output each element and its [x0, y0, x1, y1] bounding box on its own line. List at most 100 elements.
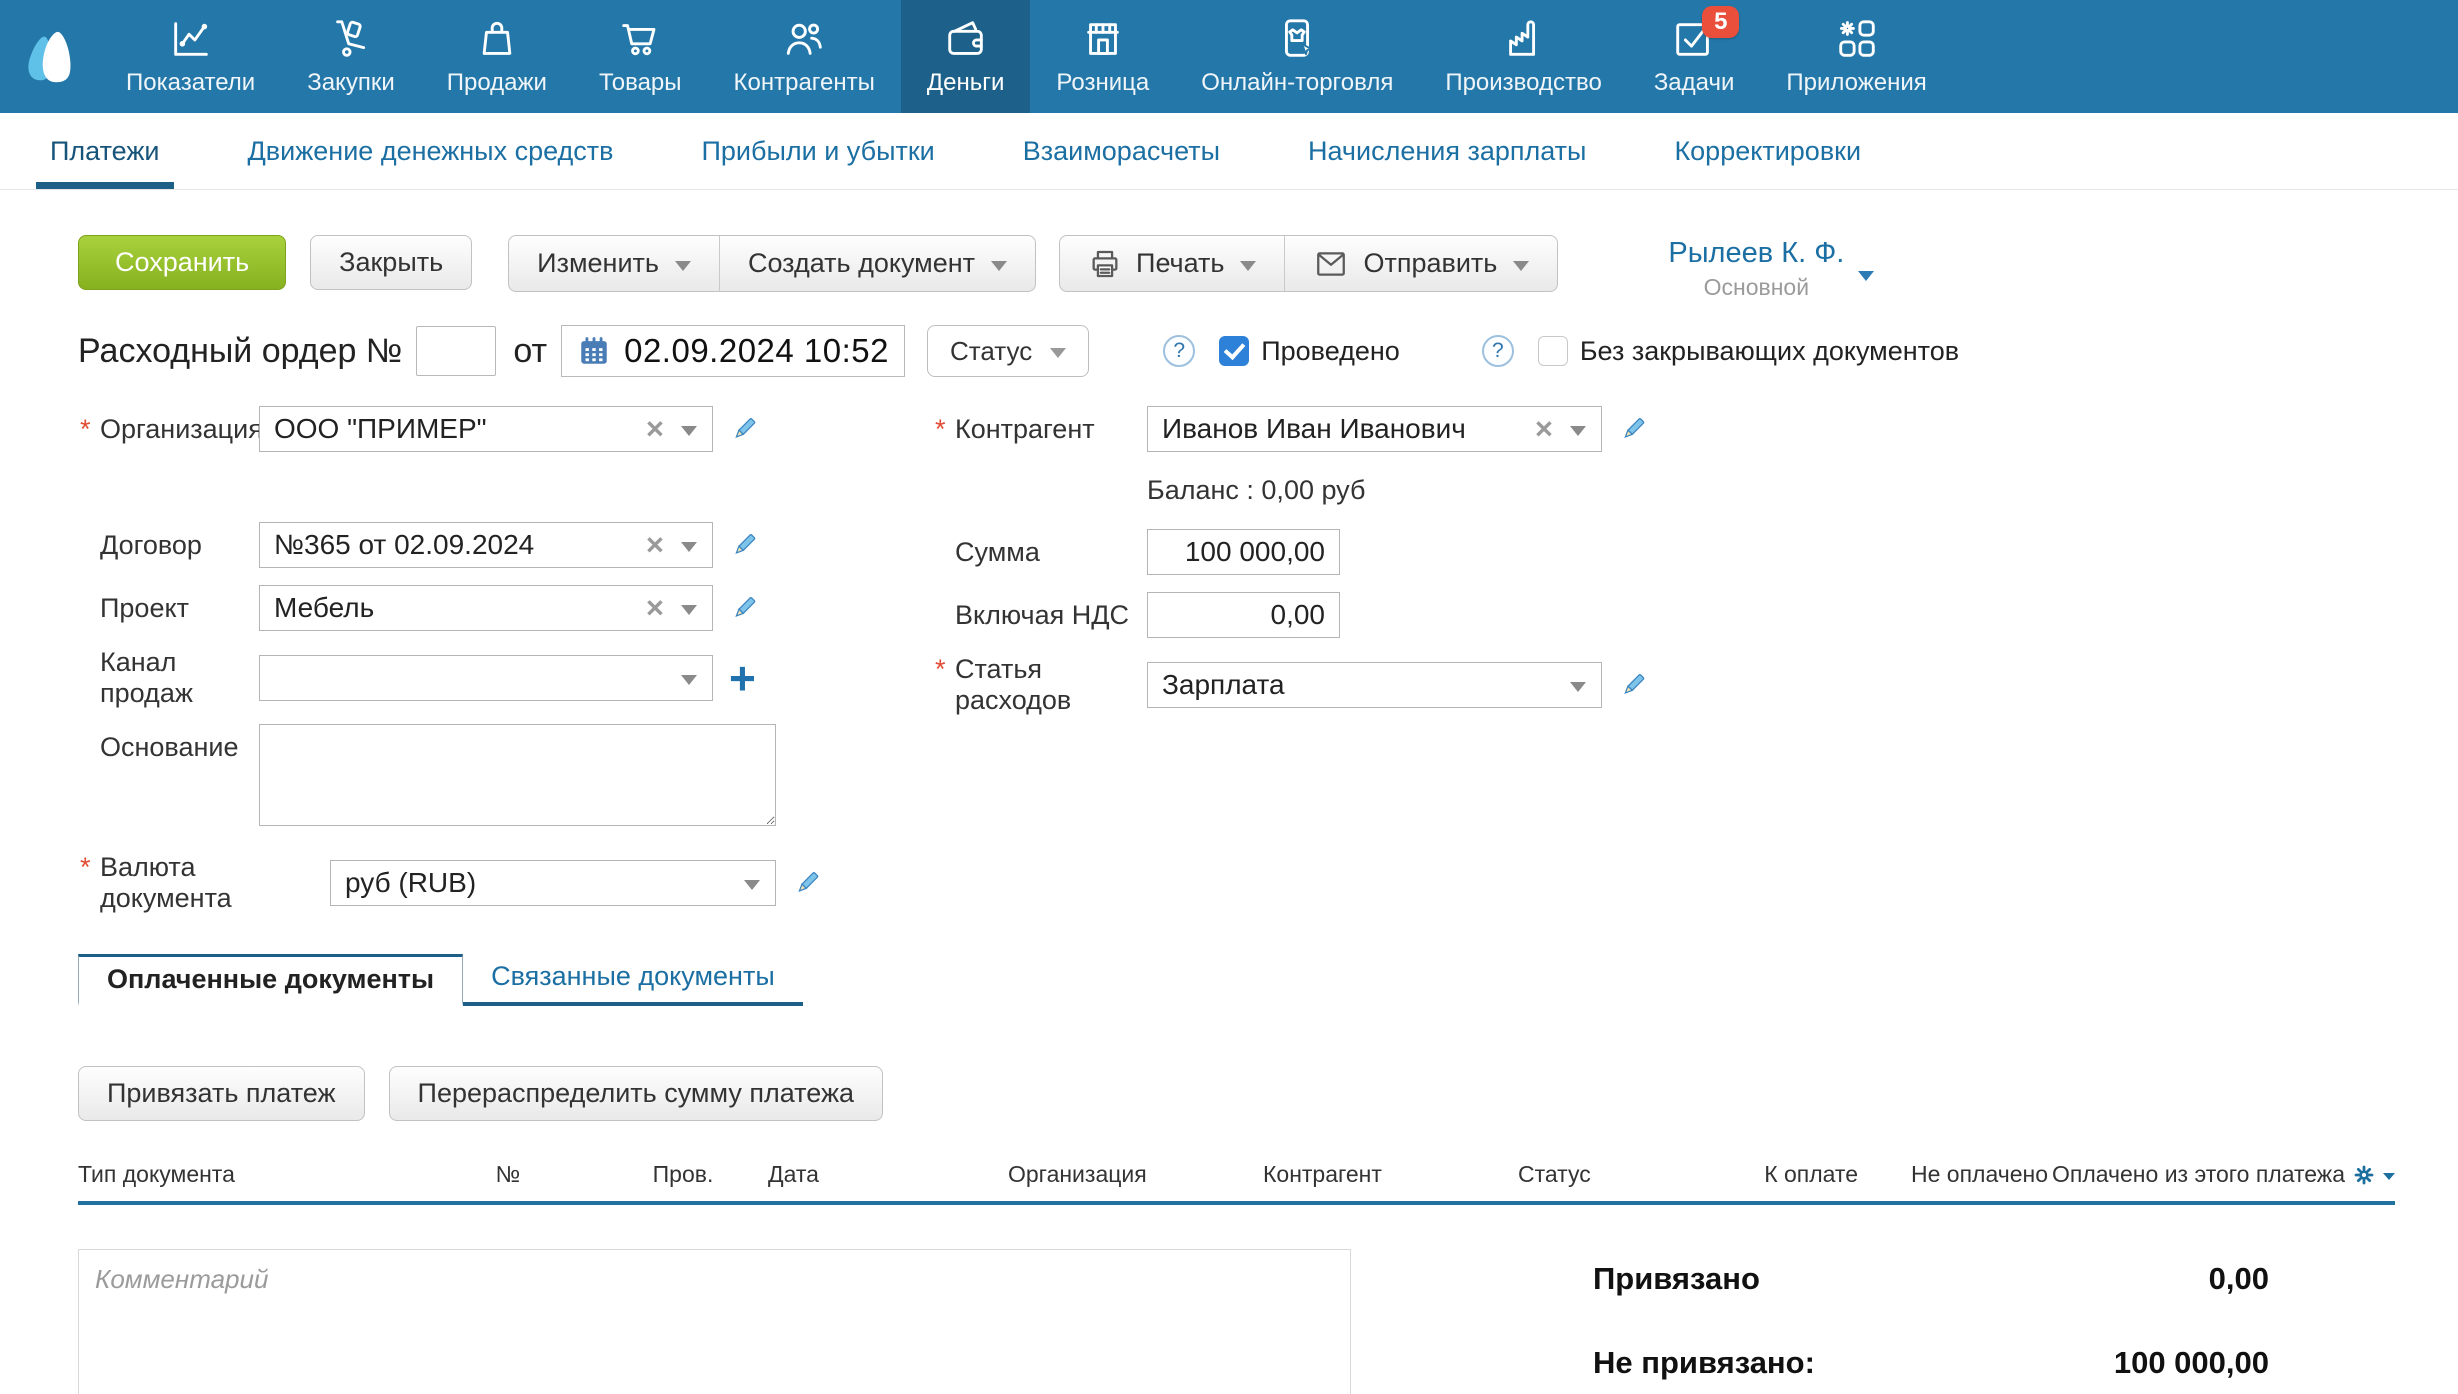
counterparty-select[interactable]: Иванов Иван Иванович ×	[1147, 406, 1602, 452]
document-number-input[interactable]	[416, 326, 496, 376]
edit-pencil-icon[interactable]	[729, 414, 759, 444]
subnav-item-cash-flow[interactable]: Движение денежных средств	[246, 113, 616, 189]
subnav-item-profit-loss[interactable]: Прибыли и убытки	[700, 113, 937, 189]
subnav-item-payments[interactable]: Платежи	[48, 113, 162, 189]
table-settings-gear-icon[interactable]	[2351, 1162, 2377, 1188]
organization-label: *Организация	[78, 414, 259, 445]
payment-summary: Привязано 0,00 Не привязано: 100 000,00	[1593, 1249, 2269, 1381]
help-icon[interactable]: ?	[1163, 335, 1195, 367]
save-button[interactable]: Сохранить	[78, 235, 286, 290]
printer-icon	[1088, 247, 1122, 281]
create-document-menu-button[interactable]: Создать документ	[719, 236, 1035, 291]
topnav-item-tasks[interactable]: 5 Задачи	[1628, 0, 1761, 113]
posted-label: Проведено	[1261, 336, 1400, 367]
edit-menu-button[interactable]: Изменить	[509, 236, 719, 291]
edit-pencil-icon[interactable]	[792, 868, 822, 898]
topnav-item-purchases[interactable]: Закупки	[281, 0, 421, 113]
envelope-icon	[1313, 247, 1349, 281]
vat-input[interactable]	[1147, 592, 1340, 638]
document-datetime-field[interactable]: 02.09.2024 10:52	[561, 325, 905, 377]
expense-item-label: *Статья расходов	[933, 654, 1147, 716]
sales-channel-select[interactable]	[259, 655, 713, 701]
print-send-group: Печать Отправить	[1059, 235, 1558, 292]
link-payment-button[interactable]: Привязать платеж	[78, 1066, 365, 1121]
basis-label: Основание	[78, 732, 259, 763]
documents-tabs: Оплаченные документы Связанные документы	[78, 950, 803, 1006]
counterparty-label: *Контрагент	[933, 414, 1147, 445]
document-toolbar: Сохранить Закрыть Изменить Создать докум…	[78, 235, 2395, 301]
chart-line-icon	[168, 16, 214, 62]
topnav-item-goods[interactable]: Товары	[573, 0, 708, 113]
chevron-down-icon[interactable]	[681, 675, 697, 685]
storefront-icon	[1080, 16, 1126, 62]
expense-item-select[interactable]: Зарплата	[1147, 662, 1602, 708]
topnav-item-sales[interactable]: Продажи	[421, 0, 573, 113]
column-unpaid: Не оплачено	[1858, 1161, 2048, 1188]
user-account-menu[interactable]: Рылеев К. Ф. Основной	[1668, 235, 1874, 301]
topnav-item-retail[interactable]: Розница	[1030, 0, 1175, 113]
subnav-item-corrections[interactable]: Корректировки	[1672, 113, 1863, 189]
document-header-row: Расходный ордер № от 02.09.2024 10:52 Ст…	[78, 325, 2395, 377]
topnav-item-money[interactable]: Деньги	[901, 0, 1031, 113]
status-dropdown[interactable]: Статус	[927, 325, 1089, 377]
project-row: Проект Мебель ×	[78, 584, 878, 632]
app-logo[interactable]	[0, 0, 100, 113]
chevron-down-icon[interactable]	[1570, 682, 1586, 692]
no-closing-docs-checkbox[interactable]	[1538, 336, 1568, 366]
add-plus-icon[interactable]: +	[729, 658, 756, 698]
unlinked-value: 100 000,00	[2114, 1345, 2269, 1381]
calendar-icon	[577, 334, 611, 368]
amount-input[interactable]	[1147, 529, 1340, 575]
subnav-item-mutual-settlements[interactable]: Взаиморасчеты	[1021, 113, 1222, 189]
send-menu-button[interactable]: Отправить	[1284, 236, 1557, 291]
contract-row: Договор №365 от 02.09.2024 ×	[78, 521, 878, 569]
amount-label: Сумма	[933, 537, 1147, 568]
chevron-down-icon[interactable]	[744, 880, 760, 890]
posted-checkbox[interactable]	[1219, 336, 1249, 366]
close-button[interactable]: Закрыть	[310, 235, 472, 290]
basis-textarea[interactable]	[259, 724, 776, 826]
chevron-down-icon[interactable]	[681, 605, 697, 615]
section-navigation: Платежи Движение денежных средств Прибыл…	[0, 113, 2458, 190]
chevron-down-icon[interactable]	[2383, 1173, 2395, 1180]
project-select[interactable]: Мебель ×	[259, 585, 713, 631]
tab-paid-documents[interactable]: Оплаченные документы	[78, 954, 463, 1006]
clear-icon[interactable]: ×	[646, 527, 664, 563]
print-menu-button[interactable]: Печать	[1060, 236, 1284, 291]
edit-pencil-icon[interactable]	[729, 530, 759, 560]
clear-icon[interactable]: ×	[646, 590, 664, 626]
column-counterparty: Контрагент	[1263, 1161, 1518, 1188]
comment-textarea[interactable]	[78, 1249, 1351, 1394]
clear-icon[interactable]: ×	[646, 411, 664, 447]
edit-create-group: Изменить Создать документ	[508, 235, 1036, 292]
amount-row: Сумма	[933, 528, 1733, 576]
chevron-down-icon[interactable]	[681, 426, 697, 436]
tasks-badge: 5	[1702, 6, 1739, 38]
edit-pencil-icon[interactable]	[1618, 670, 1648, 700]
help-icon[interactable]: ?	[1482, 335, 1514, 367]
basis-row: Основание	[78, 724, 878, 826]
required-asterisk: *	[80, 852, 91, 883]
column-paid-from-payment: Оплачено из этого платежа	[2048, 1161, 2395, 1188]
tab-linked-documents[interactable]: Связанные документы	[463, 950, 803, 1002]
apps-grid-icon	[1834, 16, 1880, 62]
topnav-item-indicators[interactable]: Показатели	[100, 0, 281, 113]
topnav-item-apps[interactable]: Приложения	[1760, 0, 1952, 113]
topnav-item-online-commerce[interactable]: Онлайн-торговля	[1175, 0, 1419, 113]
currency-select[interactable]: руб (RUB)	[330, 860, 776, 906]
contract-label: Договор	[78, 530, 259, 561]
subnav-item-payroll[interactable]: Начисления зарплаты	[1306, 113, 1588, 189]
chevron-down-icon	[1050, 348, 1066, 358]
edit-pencil-icon[interactable]	[1618, 414, 1648, 444]
chevron-down-icon[interactable]	[681, 542, 697, 552]
chevron-down-icon[interactable]	[1570, 426, 1586, 436]
clear-icon[interactable]: ×	[1535, 411, 1553, 447]
topnav-item-production[interactable]: Производство	[1419, 0, 1627, 113]
chevron-down-icon	[991, 261, 1007, 271]
edit-pencil-icon[interactable]	[729, 593, 759, 623]
redistribute-payment-button[interactable]: Перераспределить сумму платежа	[389, 1066, 883, 1121]
topnav-item-counterparties[interactable]: Контрагенты	[708, 0, 901, 113]
contract-select[interactable]: №365 от 02.09.2024 ×	[259, 522, 713, 568]
column-doc-type: Тип документа	[78, 1161, 418, 1188]
organization-select[interactable]: ООО "ПРИМЕР" ×	[259, 406, 713, 452]
